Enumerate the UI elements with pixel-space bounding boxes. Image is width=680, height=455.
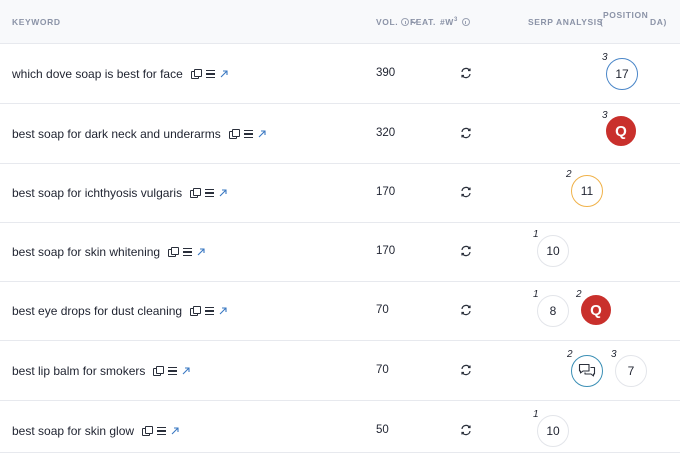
serp-rank: 3 — [602, 110, 608, 121]
table-row[interactable]: best eye drops for dust cleaning 70 1 8 … — [0, 281, 680, 341]
serp-da-bubble[interactable]: 7 — [615, 355, 647, 387]
copy-icon[interactable] — [228, 129, 240, 139]
serp-header-da: DA) — [650, 17, 667, 27]
serp-analysis-column-header[interactable]: SERP ANALYSIS — [528, 17, 603, 27]
quora-icon[interactable]: Q — [581, 295, 611, 325]
refresh-icon[interactable] — [460, 185, 472, 198]
refresh-icon[interactable] — [460, 303, 472, 316]
serp-rank: 2 — [567, 349, 573, 360]
serp-da-bubble[interactable]: 11 — [571, 175, 603, 207]
serp-rank: 1 — [533, 289, 539, 300]
refresh-icon[interactable] — [460, 126, 472, 139]
list-icon[interactable] — [243, 130, 253, 138]
volume-value: 50 — [376, 424, 389, 436]
info-icon[interactable] — [461, 18, 470, 26]
keyword-text[interactable]: which dove soap is best for face — [12, 67, 183, 81]
keyword-text[interactable]: best eye drops for dust cleaning — [12, 304, 182, 318]
external-link-icon[interactable] — [219, 189, 227, 197]
volume-value: 170 — [376, 186, 396, 198]
keyword-text[interactable]: best soap for dark neck and underarms — [12, 127, 221, 141]
list-icon[interactable] — [205, 189, 215, 197]
keyword-text[interactable]: best soap for skin glow — [12, 424, 134, 438]
copy-icon[interactable] — [153, 366, 165, 376]
keyword-text[interactable]: best soap for ichthyosis vulgaris — [12, 186, 182, 200]
list-icon[interactable] — [183, 248, 193, 256]
chat-bubbles-icon[interactable] — [571, 355, 603, 387]
serp-da-bubble[interactable]: 10 — [537, 235, 569, 267]
list-icon[interactable] — [205, 70, 215, 78]
volume-value: 390 — [376, 67, 396, 79]
serp-rank: 2 — [566, 169, 572, 180]
external-link-icon[interactable] — [182, 367, 190, 375]
serp-rank: 1 — [533, 229, 539, 240]
volume-value: 70 — [376, 304, 389, 316]
copy-icon[interactable] — [190, 306, 202, 316]
table-row[interactable]: best soap for ichthyosis vulgaris 170 2 … — [0, 163, 680, 223]
refresh-icon[interactable] — [460, 66, 472, 79]
keyword-text[interactable]: best soap for skin whitening — [12, 245, 160, 259]
serp-da-bubble[interactable]: 8 — [537, 295, 569, 327]
table-header: KEYWORD VOL. FEAT. #W3 SERP ANALYSIS ( P… — [0, 0, 680, 44]
external-link-icon[interactable] — [171, 427, 179, 435]
external-link-icon[interactable] — [197, 248, 205, 256]
table-row[interactable]: which dove soap is best for face 390 3 1… — [0, 44, 680, 104]
copy-icon[interactable] — [168, 247, 180, 257]
external-link-icon[interactable] — [258, 130, 266, 138]
serp-da-bubble[interactable]: 10 — [537, 415, 569, 447]
keyword-column-header[interactable]: KEYWORD — [12, 17, 61, 27]
table-row[interactable]: best soap for skin whitening 170 1 10 — [0, 222, 680, 282]
list-icon[interactable] — [157, 427, 167, 435]
features-column-header[interactable]: FEAT. #W3 — [410, 17, 470, 27]
copy-icon[interactable] — [142, 426, 154, 436]
features-header-label: FEAT. — [410, 17, 436, 27]
external-link-icon[interactable] — [220, 70, 228, 78]
weight-header-label: #W3 — [439, 17, 458, 27]
serp-da-bubble[interactable]: 17 — [606, 58, 638, 90]
bottom-divider — [0, 452, 680, 453]
table-row[interactable]: best lip balm for smokers 70 2 3 7 — [0, 341, 680, 401]
refresh-icon[interactable] — [460, 244, 472, 257]
refresh-icon[interactable] — [460, 423, 472, 436]
serp-rank: 3 — [602, 52, 608, 63]
info-icon[interactable] — [401, 18, 410, 26]
volume-value: 170 — [376, 245, 396, 257]
volume-header-label: VOL. — [376, 17, 399, 27]
table-row[interactable]: best soap for dark neck and underarms 32… — [0, 104, 680, 164]
keyword-text[interactable]: best lip balm for smokers — [12, 364, 145, 378]
serp-rank: 1 — [533, 409, 539, 420]
external-link-icon[interactable] — [219, 307, 227, 315]
list-icon[interactable] — [168, 367, 178, 375]
volume-value: 70 — [376, 364, 389, 376]
list-icon[interactable] — [205, 307, 215, 315]
refresh-icon[interactable] — [460, 363, 472, 376]
copy-icon[interactable] — [190, 69, 202, 79]
serp-header-position: POSITION — [603, 10, 649, 20]
serp-rank: 3 — [611, 349, 617, 360]
serp-rank: 2 — [576, 289, 582, 300]
volume-value: 320 — [376, 127, 396, 139]
copy-icon[interactable] — [190, 188, 202, 198]
quora-icon[interactable]: Q — [606, 116, 636, 146]
table-row[interactable]: best soap for skin glow 50 1 10 — [0, 401, 680, 455]
